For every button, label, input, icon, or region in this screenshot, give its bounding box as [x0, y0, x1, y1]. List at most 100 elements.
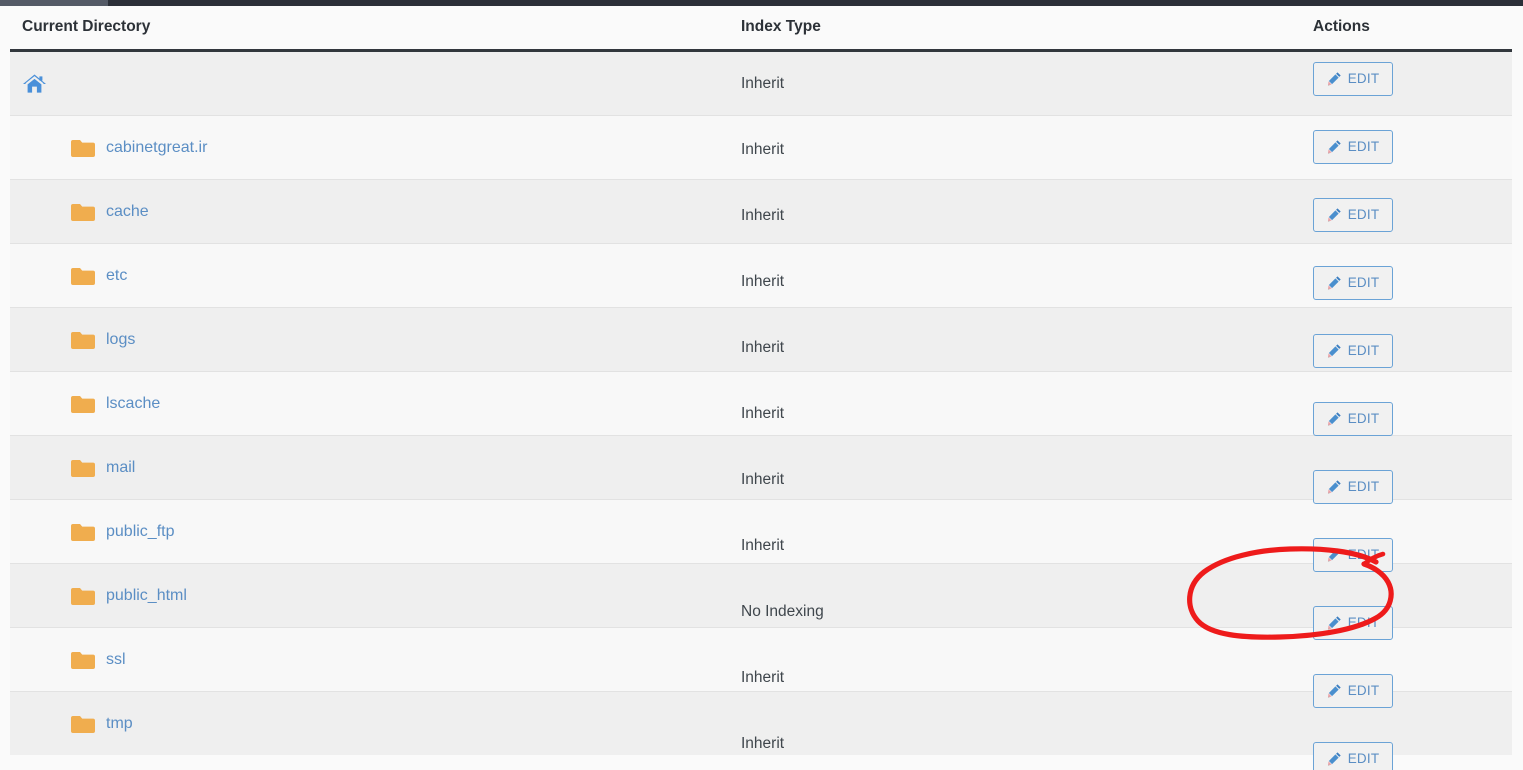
pencil-icon: [1327, 752, 1341, 766]
pencil-icon: [1327, 548, 1341, 562]
cell-directory: public_ftp: [10, 499, 730, 564]
cell-index-type: Inherit: [730, 627, 1270, 692]
directory-link[interactable]: public_ftp: [106, 523, 175, 541]
index-type-value: Inherit: [741, 668, 785, 686]
directory-entry: tmp: [22, 692, 730, 755]
cell-directory: cabinetgreat.ir: [10, 115, 730, 180]
edit-button-label: EDIT: [1347, 682, 1380, 698]
index-type-value: Inherit: [741, 74, 785, 92]
edit-button-label: EDIT: [1347, 206, 1380, 222]
edit-button[interactable]: EDIT: [1313, 537, 1393, 572]
index-type-value: Inherit: [741, 536, 785, 554]
pencil-icon: [1327, 684, 1341, 698]
directory-entry: logs: [22, 308, 730, 371]
table-row[interactable]: cabinetgreat.ir Inherit EDIT: [10, 115, 1512, 180]
cell-index-type: Inherit: [730, 180, 1270, 244]
cell-directory: mail: [10, 436, 730, 500]
folder-icon: [70, 394, 106, 414]
column-header-index-type: Index Type: [730, 6, 1270, 52]
index-type-value: Inherit: [741, 338, 785, 356]
table-row[interactable]: ssl Inherit EDIT: [10, 627, 1512, 708]
edit-button-label: EDIT: [1347, 614, 1380, 630]
edit-button[interactable]: EDIT: [1313, 401, 1393, 436]
folder-icon: [70, 650, 106, 670]
directory-link[interactable]: etc: [106, 267, 127, 285]
edit-button[interactable]: EDIT: [1313, 605, 1393, 640]
cell-directory: lscache: [10, 371, 730, 436]
directory-link[interactable]: ssl: [106, 651, 126, 669]
pencil-icon: [1327, 208, 1341, 222]
index-type-value: Inherit: [741, 140, 785, 158]
table-row[interactable]: logs Inherit EDIT: [10, 307, 1512, 372]
edit-button-label: EDIT: [1347, 274, 1380, 290]
index-type-value: No Indexing: [741, 602, 824, 620]
table-row[interactable]: public_html No Indexing EDIT: [10, 563, 1512, 640]
table-row[interactable]: etc Inherit EDIT: [10, 243, 1512, 308]
edit-button-label: EDIT: [1347, 342, 1380, 358]
table-row[interactable]: mail Inherit EDIT: [10, 435, 1512, 504]
cell-index-type: No Indexing: [730, 564, 1270, 628]
directory-entry: public_ftp: [22, 500, 730, 563]
edit-button[interactable]: EDIT: [1313, 673, 1393, 708]
cell-directory: logs: [10, 308, 730, 372]
index-type-value: Inherit: [741, 470, 785, 488]
cell-directory: cache: [10, 180, 730, 244]
pencil-icon: [1327, 344, 1341, 358]
pencil-icon: [1327, 616, 1341, 630]
cell-actions: EDIT: [1270, 115, 1512, 180]
index-type-value: Inherit: [741, 272, 785, 290]
index-type-value: Inherit: [741, 206, 785, 224]
pencil-icon: [1327, 140, 1341, 154]
cell-directory: etc: [10, 243, 730, 308]
page-body: Current Directory Index Type Actions Inh…: [0, 6, 1523, 770]
directory-link[interactable]: mail: [106, 459, 135, 477]
directory-link[interactable]: cabinetgreat.ir: [106, 139, 207, 157]
cell-index-type: Inherit: [730, 371, 1270, 436]
table-row[interactable]: lscache Inherit EDIT: [10, 371, 1512, 436]
directory-entry: lscache: [22, 372, 730, 435]
table-row[interactable]: tmp Inherit EDIT: [10, 691, 1512, 770]
directory-entry: cache: [22, 180, 730, 243]
directory-link[interactable]: cache: [106, 203, 149, 221]
pencil-icon: [1327, 276, 1341, 290]
directory-link[interactable]: logs: [106, 331, 135, 349]
directory-link[interactable]: public_html: [106, 587, 187, 605]
edit-button[interactable]: EDIT: [1313, 61, 1393, 96]
pencil-icon: [1327, 480, 1341, 494]
cell-actions: EDIT: [1270, 371, 1512, 436]
home-icon: [22, 73, 58, 95]
edit-button[interactable]: EDIT: [1313, 265, 1393, 300]
cell-actions: EDIT: [1270, 564, 1512, 640]
edit-button[interactable]: EDIT: [1313, 197, 1393, 232]
cell-actions: EDIT: [1270, 180, 1512, 244]
cell-directory: [10, 51, 730, 116]
edit-button[interactable]: EDIT: [1313, 469, 1393, 504]
table-row[interactable]: Inherit EDIT: [10, 50, 1512, 116]
directory-link[interactable]: tmp: [106, 715, 133, 733]
edit-button[interactable]: EDIT: [1313, 741, 1393, 770]
folder-icon: [70, 202, 106, 222]
folder-icon: [70, 522, 106, 542]
index-type-value: Inherit: [741, 734, 785, 752]
cell-directory: public_html: [10, 564, 730, 628]
edit-button-label: EDIT: [1347, 478, 1380, 494]
edit-button[interactable]: EDIT: [1313, 333, 1393, 368]
edit-button-label: EDIT: [1347, 750, 1380, 766]
cell-actions: EDIT: [1270, 499, 1512, 572]
pencil-icon: [1327, 72, 1341, 86]
cell-index-type: Inherit: [730, 51, 1270, 116]
table-row[interactable]: cache Inherit EDIT: [10, 179, 1512, 244]
table-header: Current Directory Index Type Actions: [10, 6, 1512, 52]
folder-icon: [70, 138, 106, 158]
table-body: Inherit EDIT cabinetgreat.ir Inherit EDIT cac…: [10, 50, 1512, 770]
directory-link[interactable]: lscache: [106, 395, 160, 413]
edit-button[interactable]: EDIT: [1313, 129, 1393, 164]
table-row[interactable]: public_ftp Inherit EDIT: [10, 499, 1512, 572]
cell-directory: ssl: [10, 627, 730, 692]
cell-actions: EDIT: [1270, 436, 1512, 504]
directory-entry: mail: [22, 436, 730, 499]
cell-directory: tmp: [10, 692, 730, 756]
column-header-current-directory: Current Directory: [10, 6, 730, 52]
folder-icon: [70, 266, 106, 286]
cell-index-type: Inherit: [730, 115, 1270, 180]
